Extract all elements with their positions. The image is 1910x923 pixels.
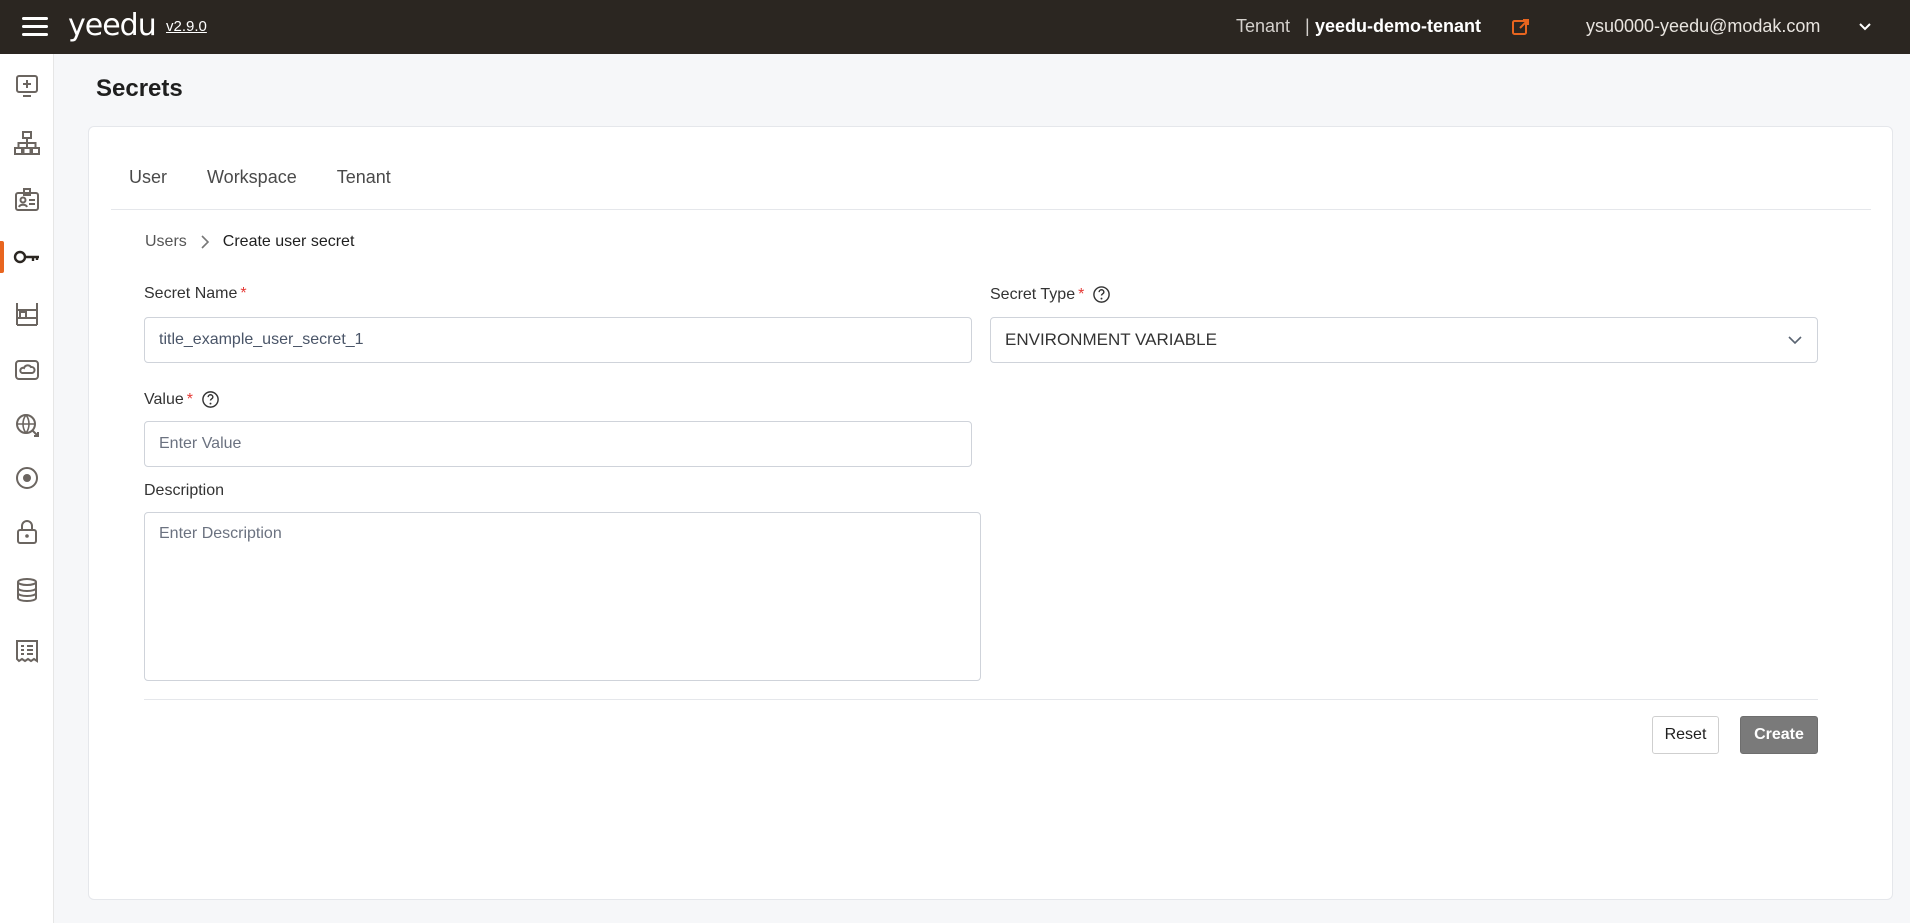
- page-title: Secrets: [96, 75, 183, 102]
- sidebar-item-billing[interactable]: [0, 631, 54, 671]
- secret-type-text: Secret Type: [990, 285, 1076, 303]
- secret-name-input[interactable]: [144, 317, 972, 363]
- sidebar-item-storage[interactable]: [0, 294, 54, 334]
- breadcrumb: Users Create user secret: [145, 233, 354, 251]
- form-divider: [144, 699, 1818, 700]
- version-link[interactable]: v2.9.0: [166, 18, 207, 35]
- help-icon[interactable]: [201, 390, 220, 409]
- breadcrumb-current: Create user secret: [222, 233, 355, 250]
- breadcrumb-users[interactable]: Users: [145, 233, 187, 251]
- sidebar-item-database[interactable]: [0, 570, 54, 610]
- sidebar-item-cloud[interactable]: [0, 350, 54, 390]
- sidebar-item-security[interactable]: [0, 512, 54, 552]
- shelves-icon: [16, 303, 38, 326]
- reset-button[interactable]: Reset: [1652, 716, 1719, 754]
- tabs-divider: [111, 209, 1871, 210]
- description-text: Description: [144, 482, 225, 499]
- sidebar: [0, 54, 54, 923]
- required-mark: *: [240, 285, 247, 302]
- required-mark: *: [186, 390, 193, 408]
- tab-tenant[interactable]: Tenant: [337, 167, 391, 188]
- tab-workspace[interactable]: Workspace: [207, 167, 297, 188]
- create-button[interactable]: Create: [1740, 716, 1818, 754]
- value-input[interactable]: [144, 421, 972, 467]
- description-textarea[interactable]: [144, 512, 981, 681]
- user-menu[interactable]: ysu0000-yeedu@modak.com: [1586, 16, 1820, 37]
- tenant-label: Tenant: [1236, 16, 1291, 36]
- tenant-name: yeedu-demo-tenant: [1315, 16, 1482, 36]
- external-link-icon[interactable]: [1511, 17, 1531, 37]
- tenant-separator: |: [1305, 16, 1310, 36]
- help-icon[interactable]: [1092, 285, 1111, 304]
- key-icon: [13, 250, 39, 264]
- sidebar-item-target[interactable]: [0, 458, 54, 498]
- sidebar-item-badge[interactable]: [0, 180, 54, 220]
- hierarchy-icon: [14, 131, 40, 155]
- tabs: User Workspace Tenant: [129, 167, 431, 188]
- secret-type-label: Secret Type *: [990, 285, 1111, 304]
- lock-icon: [17, 520, 37, 544]
- chevron-down-icon[interactable]: [1857, 19, 1873, 35]
- value-label: Value *: [144, 390, 220, 409]
- receipt-icon: [16, 640, 38, 663]
- description-label: Description: [144, 482, 224, 500]
- top-bar: yeedu v2.9.0 Tenant | yeedu-demo-tenant …: [0, 0, 1910, 54]
- database-icon: [17, 578, 37, 603]
- sidebar-item-network[interactable]: [0, 405, 54, 445]
- required-mark: *: [1078, 285, 1085, 303]
- sidebar-item-create[interactable]: [0, 66, 54, 106]
- id-badge-icon: [15, 188, 39, 211]
- target-icon: [16, 467, 38, 489]
- chevron-down-icon: [1788, 336, 1802, 345]
- secret-name-label: Secret Name *: [144, 285, 247, 303]
- secret-name-text: Secret Name: [144, 285, 238, 302]
- chevron-right-icon: [201, 235, 209, 249]
- menu-icon[interactable]: [22, 17, 48, 37]
- secret-type-select[interactable]: ENVIRONMENT VARIABLE: [990, 317, 1818, 363]
- app-logo[interactable]: yeedu: [68, 8, 157, 43]
- cloud-drive-icon: [15, 360, 39, 380]
- globe-network-icon: [16, 414, 39, 437]
- add-screen-icon: [16, 75, 38, 97]
- value-text: Value: [144, 390, 184, 408]
- sidebar-item-hierarchy[interactable]: [0, 123, 54, 163]
- sidebar-item-secrets[interactable]: [0, 237, 54, 277]
- tab-user[interactable]: User: [129, 167, 167, 188]
- secret-type-value: ENVIRONMENT VARIABLE: [1005, 330, 1217, 349]
